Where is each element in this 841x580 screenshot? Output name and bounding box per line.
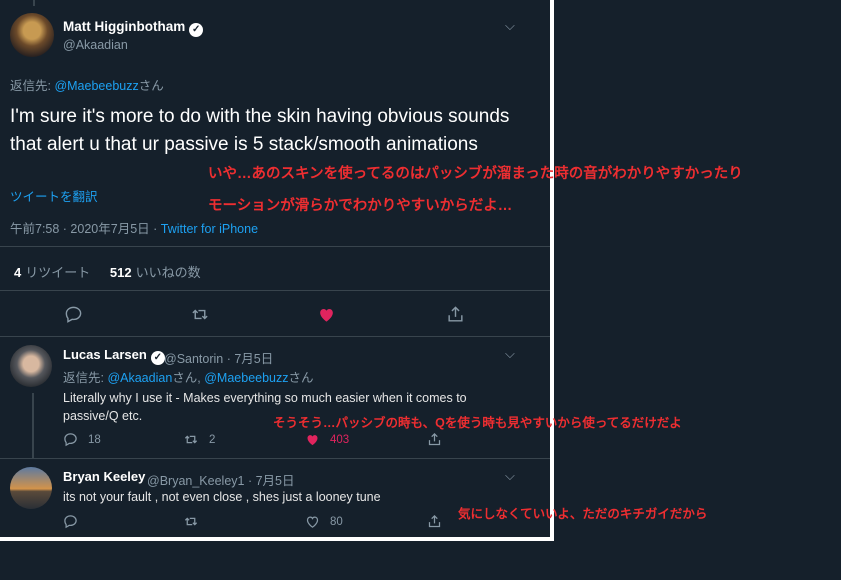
reply-suffix: さん [288, 371, 314, 385]
author-name[interactable]: Matt Higginbotham ✓ [63, 19, 204, 37]
reply-to-link[interactable]: @Akaadian [107, 371, 172, 385]
annotation-main-line2: モーションが滑らかでわかりやすいからだよ… [208, 198, 513, 214]
tweet-meta: 午前7:58 · 2020年7月5日 · Twitter for iPhone [10, 218, 258, 237]
thread-line [33, 0, 35, 6]
share-icon[interactable] [427, 432, 442, 447]
thread-line [32, 393, 34, 458]
reply-to-link[interactable]: @Maebeebuzz [54, 79, 138, 93]
retweets-count: 4 [14, 265, 22, 280]
translate-link[interactable]: ツイートを翻訳 [10, 186, 98, 205]
reply-prefix: 返信先: [63, 371, 108, 385]
likes-label: いいねの数 [135, 265, 201, 280]
like-icon[interactable] [314, 302, 338, 326]
reply-handle-date[interactable]: @Bryan_Keeley1 · 7月5日 [147, 470, 294, 489]
verified-icon: ✓ [189, 23, 204, 37]
reply-suffix: さん [138, 79, 164, 93]
retweet-action[interactable]: 2 [183, 432, 215, 447]
chevron-down-icon[interactable]: ⌵ [505, 468, 515, 484]
divider [0, 290, 550, 291]
reply-to-line: 返信先: @Maebeebuzzさん [10, 75, 164, 94]
reply-author-name-text[interactable]: Lucas Larsen [63, 347, 147, 362]
reply-handle-date[interactable]: @Santorin · 7月5日 [164, 348, 273, 367]
author-name-text[interactable]: Matt Higginbotham [63, 19, 185, 34]
reply-author-name[interactable]: Lucas Larsen ✓ [63, 347, 165, 365]
reply-action[interactable]: 18 [63, 432, 101, 447]
share-icon[interactable] [443, 302, 467, 326]
annotation-main-line1: いや…あのスキンを使ってるのはパッシブが溜まった時の音がわかりやすかったり [208, 166, 743, 182]
reply-mid: さん, [172, 371, 205, 385]
likes-count: 512 [109, 265, 132, 280]
avatar-matt[interactable] [10, 13, 54, 57]
share-icon[interactable] [427, 514, 442, 529]
annotation-lucas: そうそう…パッシブの時も、Qを使う時も見やすいから使ってるだけだよ [273, 416, 682, 430]
like-action[interactable]: 403 [305, 432, 349, 447]
reply-count: 18 [88, 433, 101, 446]
retweet-count: 2 [209, 433, 216, 446]
reply-icon[interactable] [63, 514, 78, 529]
retweets-stat[interactable]: 4 リツイート [14, 265, 90, 280]
tweet-source[interactable]: Twitter for iPhone [161, 222, 258, 236]
author-handle[interactable]: @Akaadian [63, 38, 128, 52]
like-outline-icon[interactable] [305, 514, 320, 529]
retweet-icon[interactable] [183, 432, 199, 447]
divider [0, 246, 550, 247]
like-icon[interactable] [305, 432, 320, 447]
reply-to-link[interactable]: @Maebeebuzz [204, 371, 288, 385]
annotation-bryan: 気にしなくていいよ、ただのキチガイだから [458, 507, 708, 521]
tweet-time[interactable]: 午前7:58 · 2020年7月5日 · [10, 222, 161, 236]
divider [0, 336, 550, 337]
avatar-bryan[interactable] [10, 467, 52, 509]
reply-prefix: 返信先: [10, 79, 55, 93]
avatar-lucas[interactable] [10, 345, 52, 387]
retweet-icon[interactable] [183, 514, 199, 529]
divider [0, 458, 550, 459]
retweets-label: リツイート [25, 265, 91, 280]
reply-icon[interactable] [63, 432, 78, 447]
tweet-stats: 4 リツイート 512 いいねの数 [14, 262, 201, 281]
like-count: 403 [330, 433, 350, 446]
chevron-down-icon[interactable]: ⌵ [505, 346, 515, 362]
reply-text: its not your fault , not even close , sh… [63, 490, 381, 504]
like-count: 80 [330, 515, 343, 528]
like-action[interactable]: 80 [305, 514, 343, 529]
reply-author-name[interactable]: Bryan Keeley [63, 469, 145, 484]
tweet-text: I'm sure it's more to do with the skin h… [10, 106, 510, 155]
likes-stat[interactable]: 512 いいねの数 [110, 265, 201, 280]
verified-icon: ✓ [150, 351, 165, 365]
retweet-icon[interactable] [188, 302, 212, 326]
chevron-down-icon[interactable]: ⌵ [505, 18, 515, 34]
reply-to-line: 返信先: @Akaadianさん, @Maebeebuzzさん [63, 367, 314, 386]
reply-icon[interactable] [61, 302, 85, 326]
